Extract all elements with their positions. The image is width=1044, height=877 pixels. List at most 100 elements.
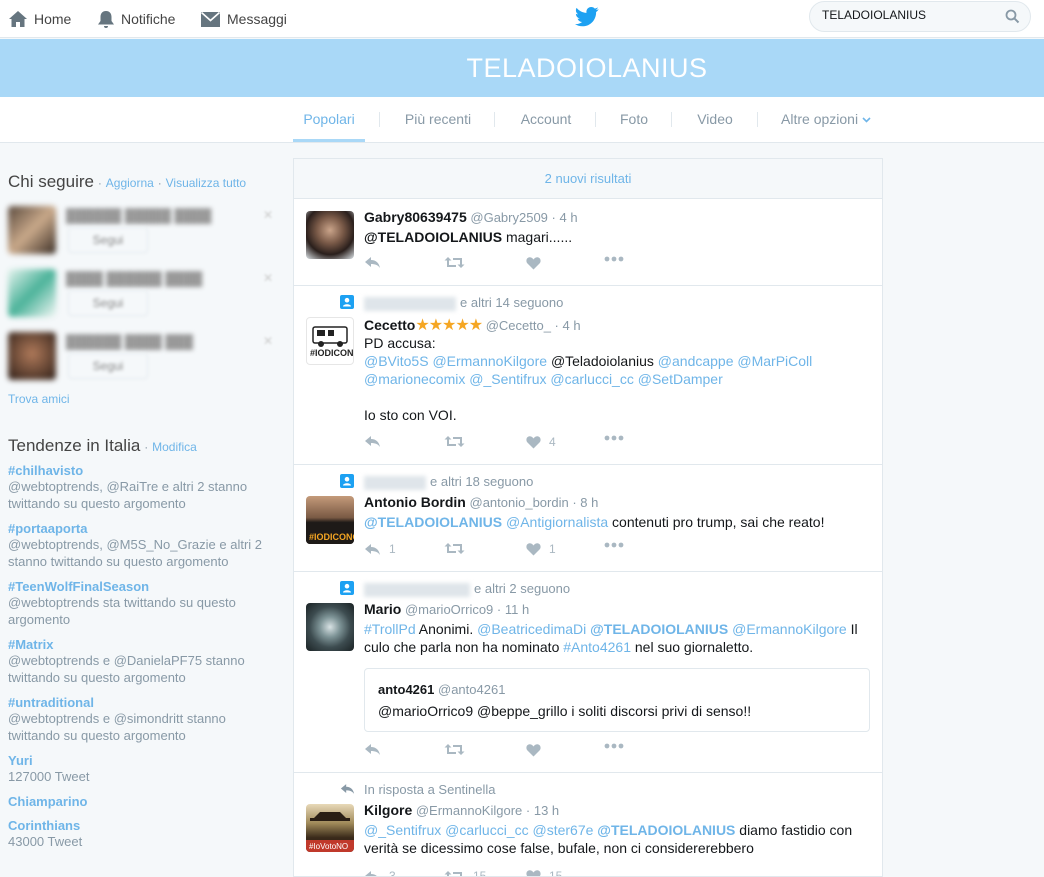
more-button[interactable] — [604, 256, 632, 262]
more-button[interactable] — [604, 743, 632, 749]
reply-button[interactable]: 1 — [364, 542, 396, 556]
trend-item[interactable]: #TeenWolfFinalSeason @webtoptrends sta tw… — [8, 579, 273, 628]
tweet-time[interactable]: 8 h — [580, 495, 598, 510]
refresh-link[interactable]: Aggiorna — [106, 176, 154, 190]
user-fullname[interactable]: Mario — [364, 601, 401, 617]
trend-item[interactable]: Chiamparino — [8, 794, 273, 809]
avatar[interactable]: #IODICONO — [306, 496, 354, 544]
trend-item[interactable]: #Matrix @webtoptrends e @DanielaPF75 stan… — [8, 637, 273, 686]
search-input[interactable] — [822, 8, 1002, 22]
mention-link[interactable]: @Antigiornalista — [506, 514, 608, 530]
mention-link[interactable]: @andcappe — [658, 353, 734, 369]
suggested-account[interactable]: ████ ██████ ████ Segui ✕ — [8, 269, 273, 332]
tweet-time[interactable]: 13 h — [534, 803, 559, 818]
user-fullname[interactable]: Cecetto — [364, 317, 415, 333]
nav-home[interactable]: Home — [8, 0, 71, 38]
mention-link[interactable]: @carlucci_cc — [550, 371, 633, 387]
tab-more-options[interactable]: Altre opzioni — [777, 97, 875, 142]
avatar[interactable] — [306, 603, 354, 651]
retweet-button[interactable] — [444, 435, 473, 448]
search-icon[interactable] — [1005, 9, 1020, 24]
mention-link[interactable]: @marionecomix — [364, 371, 465, 387]
more-button[interactable] — [604, 542, 632, 548]
tab-popular[interactable]: Popolari — [293, 97, 365, 142]
reply-button[interactable]: 3 — [364, 869, 396, 876]
mention-link[interactable]: @MarPiColl — [737, 353, 812, 369]
new-results-bar[interactable]: 2 nuovi risultati — [294, 159, 882, 199]
trend-name[interactable]: #untraditional — [8, 695, 273, 710]
suggested-account-name[interactable]: ██████ ████ ███ — [66, 334, 193, 349]
avatar[interactable] — [8, 269, 56, 317]
nav-notifications[interactable]: Notifiche — [97, 0, 175, 38]
follow-button[interactable]: Segui — [68, 290, 148, 316]
trend-item[interactable]: Yuri 127000 Tweet — [8, 753, 273, 785]
mention-link[interactable]: @SetDamper — [638, 371, 723, 387]
user-handle[interactable]: @marioOrrico9 — [405, 602, 493, 617]
mention-link[interactable]: @TELADOIOLANIUS — [364, 229, 502, 245]
avatar[interactable]: #IODICONO — [306, 317, 354, 365]
follow-button[interactable]: Segui — [68, 227, 148, 253]
user-handle[interactable]: @ErmannoKilgore — [416, 803, 522, 818]
tweet[interactable]: e altri 2 seguono Mario @marioOrrico9 · … — [294, 572, 882, 773]
mention-link[interactable]: @Teladoiolanius — [551, 353, 654, 369]
mention-link[interactable]: @_Sentifrux — [469, 371, 546, 387]
mention-link[interactable]: @BVito5S — [364, 353, 429, 369]
retweet-button[interactable] — [444, 256, 473, 269]
dismiss-icon[interactable]: ✕ — [263, 271, 273, 285]
tab-photos[interactable]: Foto — [614, 97, 654, 142]
tab-accounts[interactable]: Account — [512, 97, 580, 142]
like-button[interactable]: 15 — [526, 869, 562, 876]
trend-name[interactable]: #chilhavisto — [8, 463, 273, 478]
suggested-account-name[interactable]: ████ ██████ ████ — [66, 271, 202, 286]
more-button[interactable] — [604, 435, 632, 441]
reply-button[interactable] — [364, 256, 389, 269]
trend-item[interactable]: #untraditional @webtoptrends e @simondrit… — [8, 695, 273, 744]
retweet-button[interactable] — [444, 542, 473, 555]
user-handle[interactable]: @Gabry2509 — [470, 210, 548, 225]
trend-name[interactable]: #TeenWolfFinalSeason — [8, 579, 273, 594]
dismiss-icon[interactable]: ✕ — [263, 208, 273, 222]
mention-link[interactable]: @TELADOIOLANIUS — [590, 621, 728, 637]
follow-button[interactable]: Segui — [68, 353, 148, 379]
mention-link[interactable]: @TELADOIOLANIUS — [597, 822, 735, 838]
trend-item[interactable]: #portaaporta @webtoptrends, @M5S_No_Grazi… — [8, 521, 273, 570]
mention-link[interactable]: @TELADOIOLANIUS — [364, 514, 502, 530]
search-box[interactable] — [809, 1, 1031, 32]
tweet-time[interactable]: 11 h — [505, 602, 529, 617]
suggested-account[interactable]: ██████ ████ ███ Segui ✕ — [8, 332, 273, 395]
user-fullname[interactable]: Kilgore — [364, 802, 412, 818]
nav-messages[interactable]: Messaggi — [200, 0, 287, 38]
tweet[interactable]: e altri 14 seguono #IODICONO Cecetto★★★★… — [294, 286, 882, 465]
twitter-bird-icon[interactable] — [575, 6, 599, 28]
hashtag-link[interactable]: #Anto4261 — [563, 639, 631, 655]
reply-context[interactable]: In risposta a Sentinella — [364, 782, 496, 797]
avatar[interactable] — [8, 206, 56, 254]
like-button[interactable] — [526, 256, 549, 270]
user-fullname[interactable]: Gabry80639475 — [364, 209, 467, 225]
mention-link[interactable]: @ErmannoKilgore — [432, 353, 547, 369]
tweet-time[interactable]: 4 h — [563, 318, 581, 333]
mention-link[interactable]: @BeatricedimaDi — [477, 621, 586, 637]
trend-name[interactable]: Chiamparino — [8, 794, 273, 809]
avatar[interactable] — [8, 332, 56, 380]
trend-name[interactable]: #Matrix — [8, 637, 273, 652]
view-all-link[interactable]: Visualizza tutto — [166, 176, 247, 190]
trend-name[interactable]: Yuri — [8, 753, 273, 768]
suggested-account[interactable]: ██████ █████ ████ Segui ✕ — [8, 206, 273, 269]
avatar[interactable] — [306, 211, 354, 259]
mention-link[interactable]: @ster67e — [532, 822, 593, 838]
change-trends-link[interactable]: Modifica — [152, 440, 197, 454]
tweet-time[interactable]: 4 h — [559, 210, 577, 225]
like-button[interactable] — [526, 743, 549, 757]
tab-videos[interactable]: Video — [692, 97, 738, 142]
quoted-tweet[interactable]: anto4261 @anto4261 @marioOrrico9 @beppe_… — [364, 668, 870, 732]
tweet[interactable]: In risposta a Sentinella #IoVotoNO Kilgo… — [294, 773, 882, 876]
user-fullname[interactable]: Antonio Bordin — [364, 494, 466, 510]
trend-item[interactable]: Corinthians 43000 Tweet — [8, 818, 273, 850]
avatar[interactable]: #IoVotoNO — [306, 804, 354, 852]
tab-recent[interactable]: Più recenti — [398, 97, 478, 142]
like-button[interactable]: 1 — [526, 542, 556, 556]
suggested-account-name[interactable]: ██████ █████ ████ — [66, 208, 211, 223]
reply-button[interactable] — [364, 743, 389, 756]
trend-name[interactable]: Corinthians — [8, 818, 273, 833]
